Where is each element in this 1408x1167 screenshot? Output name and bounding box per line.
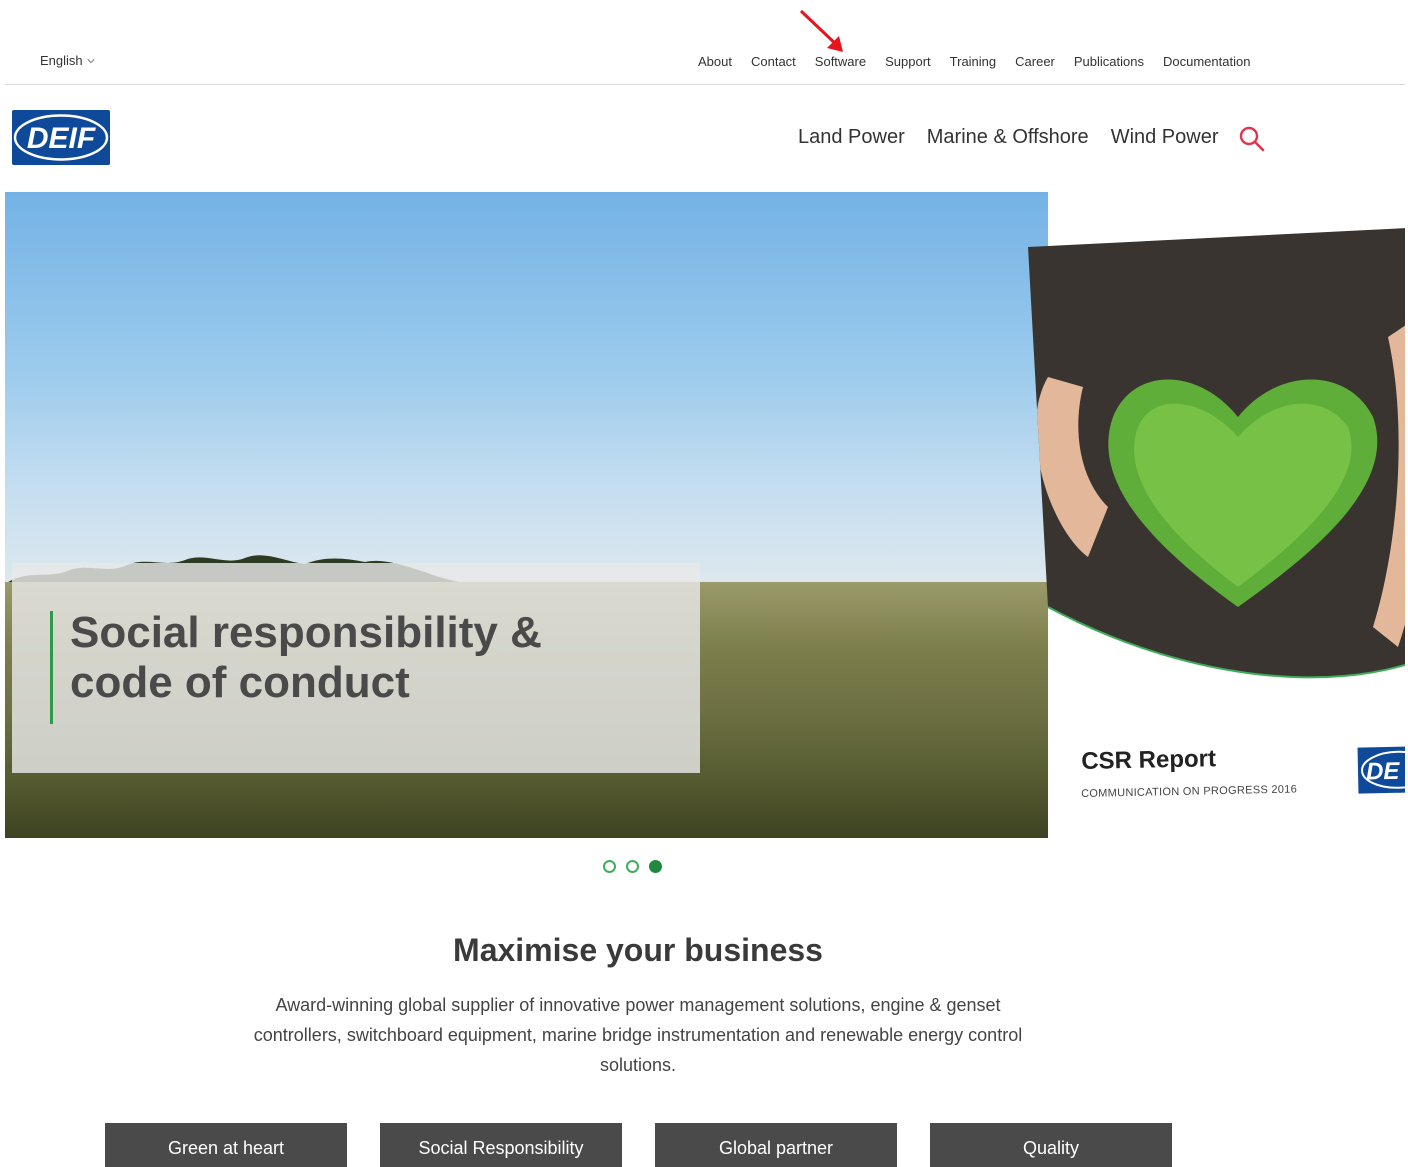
util-link-publications[interactable]: Publications [1074, 54, 1144, 69]
util-link-career[interactable]: Career [1015, 54, 1055, 69]
intro-text: Award-winning global supplier of innovat… [253, 995, 1023, 1075]
csr-logo-icon: DE [1361, 750, 1405, 789]
util-link-documentation[interactable]: Documentation [1163, 54, 1250, 69]
util-link-contact[interactable]: Contact [751, 54, 796, 69]
red-arrow-annotation-icon [799, 9, 843, 52]
utility-nav: About Contact Software Support Training … [698, 54, 1269, 69]
deif-logo-icon: DEIF [13, 114, 109, 161]
csr-deif-logo: DE [1357, 746, 1405, 794]
language-select[interactable]: English [40, 53, 95, 68]
utility-bar: English About Contact Software Support T… [5, 0, 1405, 85]
social-responsibility-button[interactable]: Social Responsibility [380, 1123, 622, 1167]
hero-caption-box: Social responsibility & code of conduct [12, 563, 700, 773]
cta-button-row: Green at heart Social Responsibility Glo… [105, 1123, 1172, 1167]
nav-land-power[interactable]: Land Power [798, 126, 905, 149]
svg-text:DE: DE [1366, 758, 1401, 786]
util-link-support[interactable]: Support [885, 54, 931, 69]
hero-caption-line2: code of conduct [70, 658, 410, 707]
language-label: English [40, 53, 83, 68]
main-header: DEIF Land Power Marine & Offshore Wind P… [5, 85, 1405, 191]
csr-report-card[interactable]: CSR Report COMMUNICATION ON PROGRESS 201… [1028, 192, 1405, 838]
global-partner-button[interactable]: Global partner [655, 1123, 897, 1167]
carousel-dot-3-active[interactable] [649, 860, 662, 873]
hero-caption-title: Social responsibility & code of conduct [70, 608, 690, 708]
hero-carousel: Social responsibility & code of conduct [5, 192, 1405, 838]
csr-report-title: CSR Report [1081, 745, 1217, 775]
chevron-down-icon [87, 58, 95, 63]
nav-wind-power[interactable]: Wind Power [1111, 126, 1219, 149]
caption-accent-bar [50, 611, 53, 724]
search-icon[interactable] [1238, 125, 1266, 153]
deif-logo[interactable]: DEIF [12, 110, 110, 165]
carousel-dot-1[interactable] [603, 860, 616, 873]
util-link-training[interactable]: Training [950, 54, 996, 69]
hero-caption-line1: Social responsibility & [70, 608, 542, 657]
carousel-dot-2[interactable] [626, 860, 639, 873]
heart-plant-photo [1028, 227, 1405, 679]
quality-button[interactable]: Quality [930, 1123, 1172, 1167]
util-link-about[interactable]: About [698, 54, 732, 69]
nav-marine-offshore[interactable]: Marine & Offshore [927, 126, 1089, 149]
carousel-dots [603, 860, 662, 873]
green-at-heart-button[interactable]: Green at heart [105, 1123, 347, 1167]
csr-report-subtitle: COMMUNICATION ON PROGRESS 2016 [1081, 783, 1298, 800]
main-nav: Land Power Marine & Offshore Wind Power [798, 126, 1241, 149]
svg-text:DEIF: DEIF [27, 122, 96, 155]
intro-title: Maximise your business [453, 932, 823, 968]
page: English About Contact Software Support T… [0, 0, 1408, 1167]
